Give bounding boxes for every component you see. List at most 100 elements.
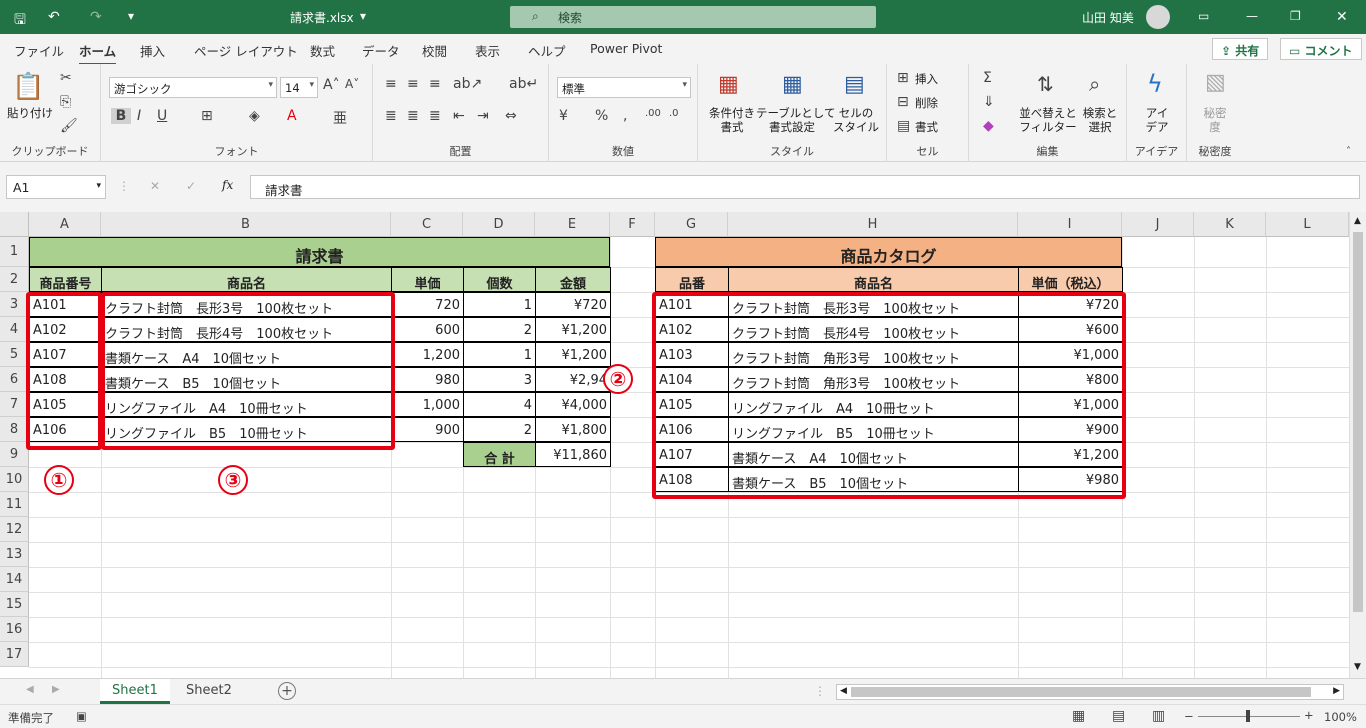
find-select-icon[interactable]: ⌕	[1089, 72, 1100, 96]
format-cells-button[interactable]: 書式	[915, 120, 938, 134]
column-header-g[interactable]: G	[655, 212, 728, 237]
comment-button[interactable]: ▭ コメント	[1280, 38, 1362, 60]
invoice-cell[interactable]: ¥720	[535, 292, 611, 317]
search-box[interactable]: ⌕ 検索	[510, 6, 876, 28]
ideas-icon[interactable]: ϟ	[1147, 70, 1163, 98]
invoice-cell[interactable]: ¥4,000	[535, 392, 611, 417]
invoice-cell[interactable]: 2	[463, 317, 536, 342]
border-icon[interactable]: ⊞	[201, 108, 213, 124]
name-box[interactable]: A1 ▾	[6, 175, 106, 199]
invoice-cell[interactable]: ¥1,200	[535, 317, 611, 342]
column-header-b[interactable]: B	[101, 212, 391, 237]
invoice-cell[interactable]: 720	[391, 292, 464, 317]
format-as-table-icon[interactable]: ▦	[782, 72, 803, 97]
minimize-icon[interactable]: —	[1246, 9, 1258, 23]
redo-icon[interactable]: ↷	[90, 9, 102, 25]
invoice-cell[interactable]: 1,200	[391, 342, 464, 367]
sort-filter-icon[interactable]: ⇅	[1037, 72, 1054, 96]
scroll-down-icon[interactable]: ▼	[1354, 662, 1361, 672]
invoice-cell[interactable]: 4	[463, 392, 536, 417]
invoice-cell[interactable]: 3	[463, 367, 536, 392]
paste-icon[interactable]: 📋	[12, 72, 44, 102]
decrease-font-icon[interactable]: A˅	[345, 77, 359, 91]
insert-cells-icon[interactable]: ⊞	[897, 70, 909, 86]
format-painter-icon[interactable]: 🖌	[60, 118, 78, 134]
formula-input[interactable]: 請求書	[250, 175, 1360, 199]
tab-insert[interactable]: 挿入	[140, 41, 165, 60]
underline-icon[interactable]: U	[157, 108, 167, 124]
row-header-2[interactable]: 2	[0, 267, 29, 292]
invoice-total-value[interactable]: ¥11,860	[535, 442, 611, 467]
sensitivity-icon[interactable]: ▧	[1205, 70, 1226, 95]
tab-view[interactable]: 表示	[475, 41, 500, 60]
row-header-11[interactable]: 11	[0, 492, 29, 517]
zoom-in-icon[interactable]: +	[1304, 708, 1314, 722]
invoice-cell[interactable]: ¥1,800	[535, 417, 611, 442]
orientation-icon[interactable]: ab↗	[453, 76, 482, 92]
column-header-i[interactable]: I	[1018, 212, 1122, 237]
format-cells-icon[interactable]: ▤	[897, 118, 910, 134]
invoice-cell[interactable]: 2	[463, 417, 536, 442]
row-header-3[interactable]: 3	[0, 292, 29, 317]
column-header-k[interactable]: K	[1194, 212, 1266, 237]
vertical-scrollbar[interactable]: ▲ ▼	[1349, 212, 1366, 678]
row-header-9[interactable]: 9	[0, 442, 29, 467]
autosum-icon[interactable]: Σ	[983, 70, 992, 86]
align-center-icon[interactable]: ≣	[407, 108, 419, 124]
invoice-cell[interactable]: 600	[391, 317, 464, 342]
column-header-d[interactable]: D	[463, 212, 535, 237]
align-middle-icon[interactable]: ≡	[407, 76, 419, 92]
tab-power-pivot[interactable]: Power Pivot	[590, 41, 662, 56]
tab-formulas[interactable]: 数式	[310, 41, 335, 60]
catalog-header-cell[interactable]: 品番	[655, 267, 729, 292]
invoice-header-cell[interactable]: 個数	[463, 267, 536, 292]
save-icon[interactable]: 🖫	[14, 9, 26, 33]
delete-cells-icon[interactable]: ⊟	[897, 94, 909, 110]
column-header-h[interactable]: H	[728, 212, 1018, 237]
ideas-button[interactable]: アイ デア	[1133, 106, 1181, 134]
row-header-12[interactable]: 12	[0, 517, 29, 542]
tab-file[interactable]: ファイル	[14, 41, 64, 60]
column-header-l[interactable]: L	[1266, 212, 1349, 237]
column-header-f[interactable]: F	[610, 212, 655, 237]
horizontal-scroll-thumb[interactable]	[851, 687, 1311, 697]
decrease-decimal-icon[interactable]: .0	[669, 108, 679, 119]
macro-record-icon[interactable]: ▣	[76, 709, 87, 723]
quick-access-menu-icon[interactable]: ▾	[128, 9, 134, 23]
decrease-indent-icon[interactable]: ⇤	[453, 108, 465, 124]
bold-icon[interactable]: B	[111, 108, 131, 124]
cut-icon[interactable]: ✂	[60, 70, 72, 86]
number-format-combo[interactable]: 標準 ▾	[557, 77, 691, 98]
invoice-total-label[interactable]: 合 計	[463, 442, 536, 467]
row-header-6[interactable]: 6	[0, 367, 29, 392]
page-break-view-icon[interactable]: ▥	[1152, 708, 1165, 724]
insert-cells-button[interactable]: 挿入	[915, 72, 938, 86]
increase-indent-icon[interactable]: ⇥	[477, 108, 489, 124]
invoice-header-cell[interactable]: 商品名	[101, 267, 392, 292]
collapse-ribbon-icon[interactable]: ˄	[1346, 146, 1351, 157]
horizontal-scrollbar[interactable]: ◀ ▶	[836, 684, 1344, 700]
clear-icon[interactable]: ◆	[983, 118, 994, 134]
column-header-a[interactable]: A	[29, 212, 101, 237]
wrap-text-icon[interactable]: ab↵	[509, 76, 538, 92]
catalog-title[interactable]: 商品カタログ	[655, 237, 1122, 267]
sort-filter-button[interactable]: 並べ替えと フィルター	[1017, 106, 1079, 134]
row-header-17[interactable]: 17	[0, 642, 29, 667]
conditional-format-icon[interactable]: ▦	[718, 72, 739, 97]
paste-button[interactable]: 貼り付け	[4, 106, 56, 120]
font-size-combo[interactable]: 14 ▾	[280, 77, 318, 98]
fill-icon[interactable]: ⇓	[983, 94, 995, 110]
undo-icon[interactable]: ↶	[48, 9, 60, 25]
align-bottom-icon[interactable]: ≡	[429, 76, 441, 92]
zoom-out-icon[interactable]: −	[1184, 709, 1194, 723]
column-header-e[interactable]: E	[535, 212, 610, 237]
catalog-header-cell[interactable]: 商品名	[728, 267, 1019, 292]
copy-icon[interactable]: ⎘	[60, 94, 71, 110]
column-header-c[interactable]: C	[391, 212, 463, 237]
row-header-14[interactable]: 14	[0, 567, 29, 592]
close-icon[interactable]: ✕	[1336, 9, 1348, 25]
tab-data[interactable]: データ	[362, 41, 400, 60]
sheet-tab-sheet1[interactable]: Sheet1	[100, 679, 170, 704]
row-header-7[interactable]: 7	[0, 392, 29, 417]
invoice-cell[interactable]: ¥1,200	[535, 342, 611, 367]
